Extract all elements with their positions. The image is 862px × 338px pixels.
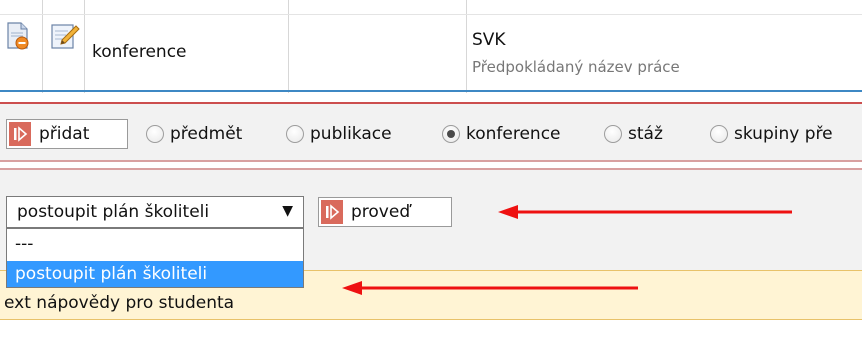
red-arrow-annotation (498, 205, 792, 219)
radio-label: předmět (170, 124, 243, 144)
dropdown-arrow-icon[interactable]: ▼ (282, 203, 293, 219)
column-divider (288, 15, 289, 93)
radio-label: stáž (628, 124, 663, 144)
add-button[interactable]: přidat (6, 119, 128, 149)
select-value: postoupit plán školiteli (17, 202, 210, 222)
action-select[interactable]: postoupit plán školiteli ▼ (6, 196, 304, 228)
radio-circle[interactable] (710, 125, 728, 143)
column-divider (84, 0, 85, 14)
radio-konference[interactable]: konference (442, 122, 561, 146)
radio-label: publikace (310, 124, 392, 144)
execute-button[interactable]: proveď (318, 197, 452, 227)
table-bottom-rule (0, 90, 862, 92)
radio-circle[interactable] (286, 125, 304, 143)
help-text: ext nápovědy pro studenta (4, 293, 235, 313)
edit-icon[interactable] (50, 22, 80, 50)
radio-circle-checked[interactable] (442, 125, 460, 143)
radio-circle[interactable] (146, 125, 164, 143)
row-subtitle: Předpokládaný název práce (472, 58, 680, 76)
red-arrow-annotation (342, 281, 638, 295)
column-divider (42, 0, 43, 14)
row-code: SVK (472, 30, 506, 50)
radio-label: skupiny pře (734, 124, 833, 144)
play-icon (9, 122, 31, 146)
column-divider (288, 0, 289, 14)
play-icon (321, 200, 343, 224)
column-divider (466, 0, 467, 14)
radio-label: konference (466, 124, 561, 144)
select-option[interactable]: --- (7, 231, 303, 257)
column-divider (42, 15, 43, 93)
radio-skupiny[interactable]: skupiny pře (710, 122, 833, 146)
execute-button-label: proveď (351, 202, 411, 222)
column-divider (466, 15, 467, 93)
row-type-label: konference (92, 42, 187, 62)
radio-circle[interactable] (604, 125, 622, 143)
select-option-highlighted[interactable]: postoupit plán školiteli (7, 261, 303, 287)
radio-predmet[interactable]: předmět (146, 122, 242, 146)
radio-publikace[interactable]: publikace (286, 122, 392, 146)
radio-staz[interactable]: stáž (604, 122, 663, 146)
previous-row-fragment (0, 0, 862, 14)
select-options-list[interactable]: --- postoupit plán školiteli (6, 228, 304, 288)
document-delete-icon[interactable] (6, 22, 30, 50)
add-button-label: přidat (39, 124, 90, 144)
column-divider (84, 15, 85, 93)
